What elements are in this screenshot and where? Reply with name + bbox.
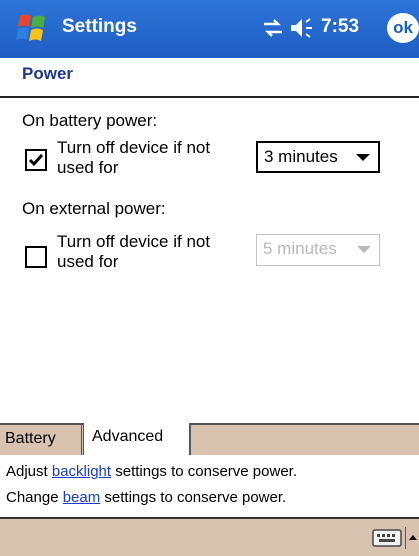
beam-info-suffix: settings to conserve power. [100, 489, 287, 506]
beam-link[interactable]: beam [63, 489, 101, 506]
battery-timeout-dropdown[interactable]: 3 minutes [256, 141, 380, 173]
battery-turn-off-label-line2: used for [57, 158, 119, 177]
tab-battery[interactable]: Battery [0, 425, 82, 457]
backlight-info-prefix: Adjust [6, 463, 52, 480]
external-section-label: On external power: [22, 199, 166, 218]
backlight-info-line: Adjust backlight settings to conserve po… [6, 463, 297, 480]
backlight-link[interactable]: backlight [52, 463, 111, 480]
chevron-down-icon [356, 154, 370, 161]
speaker-icon[interactable] [289, 16, 315, 40]
backlight-info-suffix: settings to conserve power. [111, 463, 297, 480]
battery-timeout-value: 3 minutes [264, 147, 338, 166]
battery-turn-off-checkbox[interactable] [25, 149, 47, 171]
up-arrow-icon[interactable] [405, 527, 419, 549]
battery-turn-off-label-line1: Turn off device if not [57, 138, 211, 157]
title-bar: Settings 7:53 ok [0, 0, 419, 58]
external-timeout-dropdown: 5 minutes [256, 234, 380, 266]
clock[interactable]: 7:53 [321, 16, 359, 38]
keyboard-icon[interactable] [372, 528, 402, 548]
app-title[interactable]: Settings [62, 16, 137, 38]
battery-turn-off-label[interactable]: Turn off device if not used for [57, 138, 247, 178]
info-area: Adjust backlight settings to conserve po… [0, 455, 419, 517]
command-bar [0, 517, 419, 556]
page-title: Power [22, 64, 74, 83]
header-divider [0, 96, 419, 98]
ok-button[interactable]: ok [387, 13, 419, 43]
beam-info-line: Change beam settings to conserve power. [6, 489, 286, 506]
checkmark-icon [28, 154, 44, 167]
chevron-down-icon [357, 246, 371, 253]
tab-bar: Battery Advanced [0, 423, 419, 457]
beam-info-prefix: Change [6, 489, 63, 506]
external-turn-off-label-line1: Turn off device if not [57, 232, 211, 251]
tab-advanced[interactable]: Advanced [83, 423, 191, 457]
external-turn-off-label[interactable]: Turn off device if not used for [57, 232, 247, 272]
external-turn-off-label-line2: used for [57, 252, 119, 271]
external-timeout-value: 5 minutes [263, 239, 337, 258]
external-turn-off-checkbox[interactable] [25, 246, 47, 268]
battery-section-label: On battery power: [22, 111, 158, 130]
connectivity-icon[interactable] [261, 17, 285, 39]
windows-flag-icon[interactable] [14, 12, 50, 44]
